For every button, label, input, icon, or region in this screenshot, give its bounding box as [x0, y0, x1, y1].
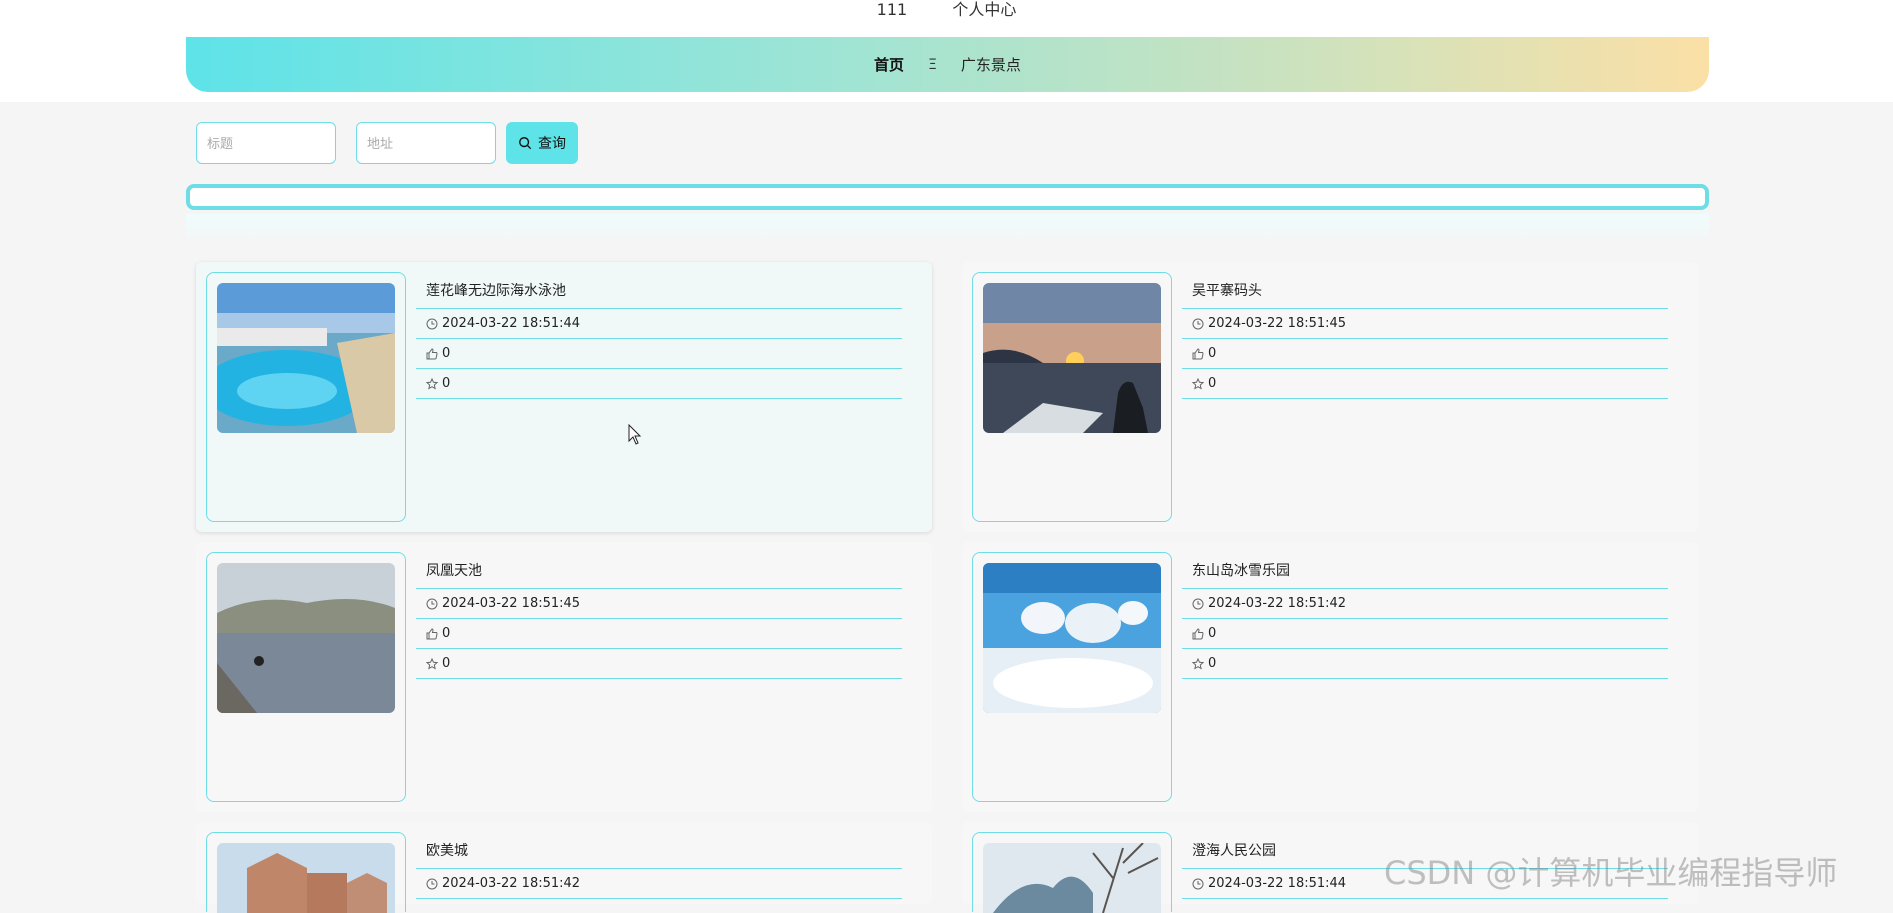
card-favorites-row: 0 — [1182, 369, 1668, 399]
clock-icon — [426, 878, 438, 889]
card-likes-row: 0 — [1182, 619, 1668, 649]
personal-center-link[interactable]: 个人中心 — [952, 0, 1016, 20]
title-search-input[interactable] — [196, 122, 336, 164]
thumbnail-frame — [972, 832, 1172, 913]
card-time: 2024-03-22 18:51:42 — [1208, 596, 1347, 611]
attraction-image[interactable] — [217, 283, 395, 433]
card-info: 欧美城 2024-03-22 18:51:42 — [416, 832, 902, 899]
thumbs-up-icon — [426, 627, 438, 639]
card-time-row: 2024-03-22 18:51:45 — [1182, 309, 1668, 339]
thumbnail-frame — [206, 832, 406, 913]
card-time: 2024-03-22 18:51:45 — [442, 596, 581, 611]
card-time-row: 2024-03-22 18:51:44 — [416, 309, 902, 339]
clock-icon — [1192, 878, 1204, 889]
nav-current-link[interactable]: 广东景点 — [961, 54, 1021, 75]
card-info: 吴平寨码头 2024-03-22 18:51:45 0 0 — [1182, 272, 1668, 399]
mouse-cursor-icon — [628, 424, 642, 445]
card-title[interactable]: 吴平寨码头 — [1182, 272, 1668, 309]
card-time: 2024-03-22 18:51:45 — [1208, 316, 1347, 331]
card-favorites-row: 0 — [416, 649, 902, 679]
card-likes: 0 — [442, 626, 451, 641]
card-title[interactable]: 莲花峰无边际海水泳池 — [416, 272, 902, 309]
card-likes-row: 0 — [1182, 339, 1668, 369]
search-button[interactable]: 查询 — [506, 122, 578, 164]
thumbnail-frame — [972, 272, 1172, 522]
outline-bar — [186, 184, 1709, 210]
star-icon — [1192, 657, 1204, 670]
attraction-card[interactable]: 欧美城 2024-03-22 18:51:42 — [196, 822, 932, 913]
thumbs-up-icon — [1192, 627, 1204, 639]
attraction-image[interactable] — [217, 563, 395, 713]
thumbnail-frame — [206, 272, 406, 522]
card-favorites: 0 — [1208, 376, 1217, 391]
card-likes-row: 0 — [416, 339, 902, 369]
card-title[interactable]: 凤凰天池 — [416, 552, 902, 589]
attraction-card[interactable]: 莲花峰无边际海水泳池 2024-03-22 18:51:44 0 0 — [196, 262, 932, 532]
thumbs-up-icon — [1192, 347, 1204, 359]
user-links: 111 个人中心 — [0, 0, 1893, 20]
clock-icon — [1192, 598, 1204, 609]
nav-separator-icon: Ξ — [928, 56, 937, 73]
attraction-card[interactable]: 凤凰天池 2024-03-22 18:51:45 0 0 — [196, 542, 932, 812]
card-favorites: 0 — [442, 656, 451, 671]
fade-band — [186, 214, 1709, 244]
card-likes: 0 — [1208, 626, 1217, 641]
attraction-image[interactable] — [983, 843, 1161, 913]
card-favorites-row: 0 — [1182, 649, 1668, 679]
card-time: 2024-03-22 18:51:42 — [442, 876, 581, 891]
card-title[interactable]: 欧美城 — [416, 832, 902, 869]
card-title[interactable]: 东山岛冰雪乐园 — [1182, 552, 1668, 589]
card-time: 2024-03-22 18:51:44 — [442, 316, 581, 331]
card-info: 东山岛冰雪乐园 2024-03-22 18:51:42 0 0 — [1182, 552, 1668, 679]
star-icon — [426, 657, 438, 670]
star-icon — [1192, 377, 1204, 390]
thumbs-up-icon — [426, 347, 438, 359]
clock-icon — [426, 318, 438, 329]
star-icon — [426, 377, 438, 390]
card-likes: 0 — [1208, 346, 1217, 361]
card-info: 凤凰天池 2024-03-22 18:51:45 0 0 — [416, 552, 902, 679]
address-search-input[interactable] — [356, 122, 496, 164]
clock-icon — [1192, 318, 1204, 329]
search-button-label: 查询 — [538, 136, 566, 152]
card-likes: 0 — [442, 346, 451, 361]
nav-home-link[interactable]: 首页 — [874, 54, 904, 75]
thumbnail-frame — [206, 552, 406, 802]
card-time: 2024-03-22 18:51:44 — [1208, 876, 1347, 891]
attraction-image[interactable] — [983, 563, 1161, 713]
card-info: 莲花峰无边际海水泳池 2024-03-22 18:51:44 0 0 — [416, 272, 902, 399]
card-likes-row: 0 — [416, 619, 902, 649]
card-time-row: 2024-03-22 18:51:45 — [416, 589, 902, 619]
watermark: CSDN @计算机毕业编程指导师 — [1384, 854, 1838, 892]
attraction-image[interactable] — [983, 283, 1161, 433]
search-icon — [519, 137, 532, 150]
attraction-card[interactable]: 东山岛冰雪乐园 2024-03-22 18:51:42 0 0 — [962, 542, 1698, 812]
card-favorites-row: 0 — [416, 369, 902, 399]
attraction-card[interactable]: 吴平寨码头 2024-03-22 18:51:45 0 0 — [962, 262, 1698, 532]
top-header: 111 个人中心 首页 Ξ 广东景点 — [0, 0, 1893, 102]
card-favorites: 0 — [442, 376, 451, 391]
clock-icon — [426, 598, 438, 609]
username-link[interactable]: 111 — [877, 0, 908, 19]
thumbnail-frame — [972, 552, 1172, 802]
card-time-row: 2024-03-22 18:51:42 — [416, 869, 902, 899]
card-favorites: 0 — [1208, 656, 1217, 671]
card-time-row: 2024-03-22 18:51:42 — [1182, 589, 1668, 619]
attraction-image[interactable] — [217, 843, 395, 913]
nav-bar: 首页 Ξ 广东景点 — [186, 37, 1709, 92]
